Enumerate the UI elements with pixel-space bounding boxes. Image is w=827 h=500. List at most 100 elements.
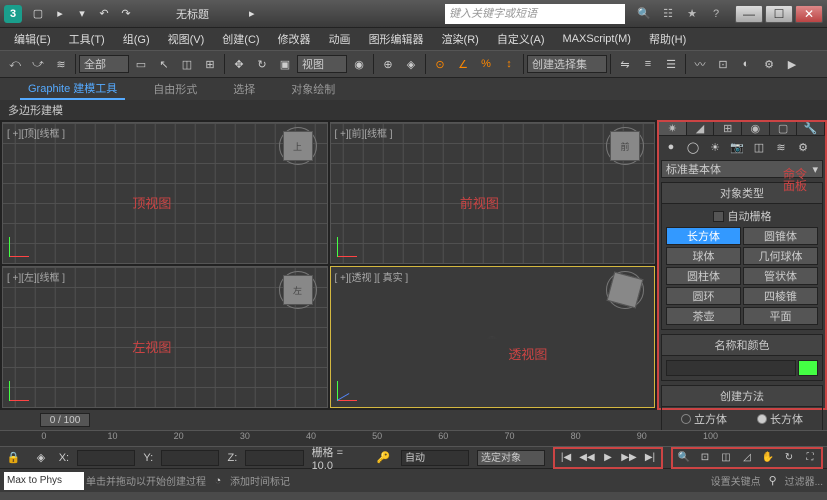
- comm-icon[interactable]: ☷: [657, 5, 679, 23]
- star-icon[interactable]: ★: [681, 5, 703, 23]
- vp-label[interactable]: [ +][透视 ][ 真实 ]: [335, 269, 409, 284]
- viewport-front[interactable]: [ +][前][线框 ] 前 前视图: [330, 122, 656, 264]
- coord-x-input[interactable]: [77, 450, 135, 466]
- app-icon[interactable]: 3: [4, 5, 22, 23]
- mirror-icon[interactable]: ⇋: [614, 53, 636, 75]
- torus-button[interactable]: 圆环: [666, 287, 741, 305]
- cylinder-button[interactable]: 圆柱体: [666, 267, 741, 285]
- timetag-label[interactable]: 添加时间标记: [230, 473, 290, 488]
- menu-tools[interactable]: 工具(T): [61, 29, 113, 49]
- spacewarps-icon[interactable]: ≋: [771, 138, 791, 156]
- zoom-icon[interactable]: 🔍: [674, 450, 694, 466]
- viewcube-icon[interactable]: 上: [283, 131, 313, 161]
- display-tab-icon[interactable]: ▢: [770, 122, 798, 135]
- menu-customize[interactable]: 自定义(A): [489, 29, 553, 49]
- search-icon[interactable]: 🔍: [633, 5, 655, 23]
- select-icon[interactable]: ▭: [130, 53, 152, 75]
- save-icon[interactable]: ▾: [72, 5, 92, 23]
- link-icon[interactable]: ⤺: [4, 53, 26, 75]
- script-listener[interactable]: Max to Phys: [4, 472, 84, 490]
- manip-icon[interactable]: ⊕: [377, 53, 399, 75]
- menu-modifiers[interactable]: 修改器: [270, 29, 319, 49]
- tube-button[interactable]: 管状体: [743, 267, 818, 285]
- ribbon-graphite[interactable]: Graphite 建模工具: [20, 78, 125, 100]
- help-icon[interactable]: ?: [705, 5, 727, 23]
- move-icon[interactable]: ✥: [228, 53, 250, 75]
- setkey-button[interactable]: 设置关键点: [711, 473, 761, 488]
- vp-label[interactable]: [ +][顶][线框 ]: [7, 125, 65, 140]
- play-icon[interactable]: ▶: [598, 450, 618, 466]
- ribbon-paint[interactable]: 对象绘制: [283, 79, 343, 99]
- autogrid-checkbox[interactable]: 自动栅格: [666, 208, 818, 224]
- scale-icon[interactable]: ▣: [274, 53, 296, 75]
- menu-maxscript[interactable]: MAXScript(M): [555, 31, 639, 47]
- ref-coord[interactable]: 视图: [297, 55, 347, 73]
- coord-y-input[interactable]: [161, 450, 219, 466]
- vp-label[interactable]: [ +][左][线框 ]: [7, 269, 65, 284]
- isolate-icon[interactable]: ◈: [31, 449, 50, 467]
- new-icon[interactable]: ▢: [28, 5, 48, 23]
- minimize-button[interactable]: —: [735, 5, 763, 23]
- rollout-createmethod[interactable]: 创建方法: [662, 386, 822, 407]
- pan-icon[interactable]: ✋: [758, 450, 778, 466]
- keyfilter-dropdown[interactable]: 选定对象: [477, 450, 545, 466]
- lock-icon[interactable]: 🔒: [4, 449, 23, 467]
- viewport-left[interactable]: [ +][左][线框 ] 左 左视图: [2, 266, 328, 408]
- coord-z-input[interactable]: [245, 450, 303, 466]
- viewport-top[interactable]: [ +][顶][线框 ] 上 顶视图: [2, 122, 328, 264]
- percent-snap-icon[interactable]: %: [475, 53, 497, 75]
- redo-icon[interactable]: ↷: [116, 5, 136, 23]
- menu-help[interactable]: 帮助(H): [641, 29, 694, 49]
- cameras-icon[interactable]: 📷: [727, 138, 747, 156]
- maximize-vp-icon[interactable]: ⛶: [800, 450, 820, 466]
- render-icon[interactable]: ▶: [781, 53, 803, 75]
- keyfilters-icon[interactable]: ⚲: [763, 472, 783, 490]
- select-region-icon[interactable]: ◫: [176, 53, 198, 75]
- helpers-icon[interactable]: ◫: [749, 138, 769, 156]
- undo-icon[interactable]: ↶: [94, 5, 114, 23]
- schematic-icon[interactable]: ⊡: [712, 53, 734, 75]
- filters-button[interactable]: 过滤器...: [785, 473, 823, 488]
- ribbon-freeform[interactable]: 自由形式: [145, 79, 205, 99]
- ribbon-sub[interactable]: 多边形建模: [0, 100, 827, 120]
- prev-frame-icon[interactable]: ◀◀: [577, 450, 597, 466]
- render-setup-icon[interactable]: ⚙: [758, 53, 780, 75]
- select-arrow-icon[interactable]: ↖: [153, 53, 175, 75]
- rollout-namecolor[interactable]: 名称和颜色: [662, 335, 822, 356]
- window-crossing-icon[interactable]: ⊞: [199, 53, 221, 75]
- fov-icon[interactable]: ◿: [737, 450, 757, 466]
- geometry-icon[interactable]: ●: [661, 138, 681, 156]
- bind-icon[interactable]: ≋: [50, 53, 72, 75]
- sphere-button[interactable]: 球体: [666, 247, 741, 265]
- motion-tab-icon[interactable]: ◉: [742, 122, 770, 135]
- systems-icon[interactable]: ⚙: [793, 138, 813, 156]
- menu-render[interactable]: 渲染(R): [434, 29, 487, 49]
- viewcube-icon[interactable]: 左: [283, 275, 313, 305]
- autokey-button[interactable]: 自动: [401, 450, 469, 466]
- object-name-input[interactable]: [666, 360, 796, 376]
- maximize-button[interactable]: ☐: [765, 5, 793, 23]
- teapot-button[interactable]: 茶壶: [666, 307, 741, 325]
- menu-view[interactable]: 视图(V): [160, 29, 213, 49]
- create-tab-icon[interactable]: ✷: [659, 122, 687, 135]
- timetag-icon[interactable]: ◔: [208, 472, 228, 490]
- menu-edit[interactable]: 编辑(E): [6, 29, 59, 49]
- align-icon[interactable]: ≡: [637, 53, 659, 75]
- viewcube-icon[interactable]: 前: [610, 131, 640, 161]
- geosphere-button[interactable]: 几何球体: [743, 247, 818, 265]
- close-button[interactable]: ✕: [795, 5, 823, 23]
- modify-tab-icon[interactable]: ◢: [687, 122, 715, 135]
- search-input[interactable]: 键入关键字或短语: [445, 4, 625, 24]
- menu-create[interactable]: 创建(C): [214, 29, 267, 49]
- utilities-tab-icon[interactable]: 🔧: [797, 122, 825, 135]
- hierarchy-tab-icon[interactable]: ⊞: [714, 122, 742, 135]
- pyramid-button[interactable]: 四棱锥: [743, 287, 818, 305]
- cone-button[interactable]: 圆锥体: [743, 227, 818, 245]
- goto-start-icon[interactable]: |◀: [556, 450, 576, 466]
- vp-label[interactable]: [ +][前][线框 ]: [335, 125, 393, 140]
- zoom-extents-icon[interactable]: ◫: [716, 450, 736, 466]
- named-selection[interactable]: 创建选择集: [527, 55, 607, 73]
- menu-group[interactable]: 组(G): [115, 29, 158, 49]
- snap-icon[interactable]: ⊙: [429, 53, 451, 75]
- radio-box[interactable]: 长方体: [757, 411, 803, 427]
